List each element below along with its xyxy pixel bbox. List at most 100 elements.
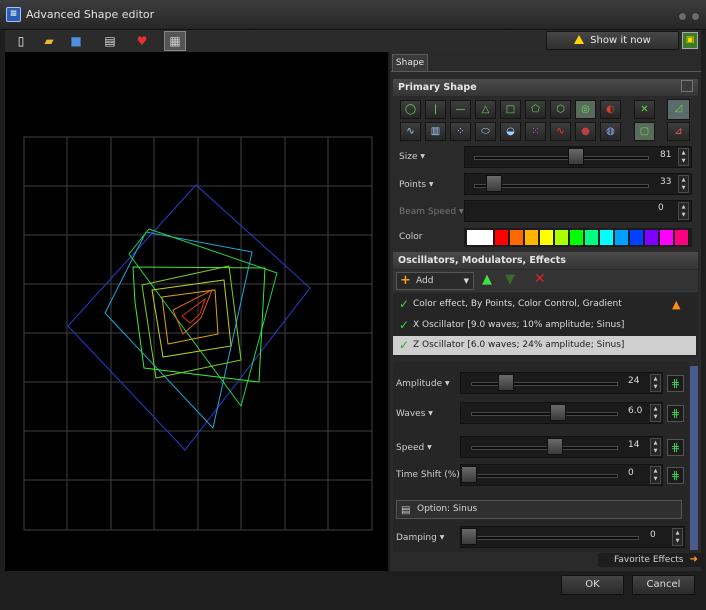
amplitude-value[interactable]: 24	[628, 376, 652, 390]
effect-row-x-oscillator[interactable]: ✓ X Oscillator [9.0 waves; 10% amplitude;…	[393, 316, 698, 335]
damping-label[interactable]: Damping ▼	[396, 533, 444, 543]
waves-slider-track[interactable]	[471, 412, 618, 416]
waves-value[interactable]: 6.0	[628, 406, 652, 420]
waves-slider-thumb[interactable]	[549, 404, 566, 421]
sine-icon[interactable]: ∿	[550, 122, 571, 141]
color-swatch-pink[interactable]	[675, 230, 688, 245]
collapse-icon[interactable]	[681, 80, 693, 92]
ok-button[interactable]: OK	[561, 575, 624, 595]
option-sinus-button[interactable]: ▤ Option: Sinus	[396, 500, 682, 519]
shape-canvas[interactable]	[5, 52, 388, 571]
beam-speed-spinner[interactable]: ▲ ▼	[678, 202, 689, 220]
check-icon: ✓	[399, 338, 410, 352]
speed-value[interactable]: 14	[628, 440, 652, 454]
favorite-effects-button[interactable]: Favorite Effects ➜	[598, 553, 702, 567]
color-swatch-violet[interactable]	[645, 230, 658, 245]
size-spinner[interactable]: ▲ ▼	[678, 148, 689, 166]
effect-row-z-oscillator[interactable]: ✓ Z Oscillator [6.0 waves; 24% amplitude;…	[393, 336, 696, 355]
ring-icon[interactable]: ◎	[575, 100, 596, 119]
clapper-icon[interactable]: ▤	[101, 32, 119, 50]
frame-select-icon[interactable]: ▢	[634, 122, 655, 141]
color-swatch-yellow[interactable]	[540, 230, 553, 245]
horizontal-line-icon[interactable]: —	[450, 100, 471, 119]
time-shift-modulate-icon[interactable]: ⋕	[667, 467, 684, 484]
speed-slider-thumb[interactable]	[546, 438, 563, 455]
speed-modulate-icon[interactable]: ⋕	[667, 439, 684, 456]
save-icon[interactable]: ■	[67, 32, 85, 50]
triangle-icon[interactable]: △	[475, 100, 496, 119]
bars-icon[interactable]: ▥	[425, 122, 446, 141]
size-slider-track[interactable]	[474, 156, 649, 160]
new-file-icon[interactable]: ▯	[12, 32, 30, 50]
frame-icon[interactable]: ◿	[667, 99, 690, 120]
time-shift-label[interactable]: Time Shift (%) ▼	[396, 470, 467, 480]
damping-spinner[interactable]: ▲ ▼	[672, 528, 683, 546]
amplitude-slider-thumb[interactable]	[498, 374, 515, 391]
speed-label[interactable]: Speed ▼	[396, 443, 432, 453]
color-swatch-amber[interactable]	[525, 230, 538, 245]
globe-icon[interactable]: ◍	[600, 122, 621, 141]
swirl-icon[interactable]: ◐	[600, 100, 621, 119]
color-swatch-magenta[interactable]	[660, 230, 673, 245]
dot-grid-icon[interactable]: ⁙	[525, 122, 546, 141]
speed-slider-track[interactable]	[471, 446, 618, 450]
cross-icon[interactable]: ✕	[634, 100, 655, 119]
color-swatch-cyan[interactable]	[600, 230, 613, 245]
params-scrollbar[interactable]	[690, 366, 698, 550]
show-it-now-button[interactable]: Show it now	[546, 31, 679, 50]
waves-spinner[interactable]: ▲ ▼	[650, 404, 661, 422]
speed-spinner[interactable]: ▲ ▼	[650, 438, 661, 456]
color-swatch-blue[interactable]	[630, 230, 643, 245]
wave-icon[interactable]: ∿	[400, 122, 421, 141]
effect-row-color[interactable]: ✓ Color effect, By Points, Color Control,…	[393, 295, 698, 314]
preview-icon[interactable]: ▣	[682, 32, 698, 49]
points-label[interactable]: Points ▼	[399, 180, 434, 190]
size-label[interactable]: Size ▼	[399, 152, 425, 162]
color-swatch-sky[interactable]	[615, 230, 628, 245]
amplitude-spinner[interactable]: ▲ ▼	[650, 374, 661, 392]
color-swatch-red[interactable]	[495, 230, 508, 245]
damping-slider-track[interactable]	[471, 536, 639, 540]
color-swatch-spring[interactable]	[585, 230, 598, 245]
tab-shape[interactable]: Shape	[392, 54, 428, 72]
move-up-icon[interactable]: ▲	[482, 272, 492, 287]
amplitude-slider-track[interactable]	[471, 382, 618, 386]
color-swatch-lime[interactable]	[555, 230, 568, 245]
open-folder-icon[interactable]: ▰	[40, 32, 58, 50]
size-slider-thumb[interactable]	[568, 148, 585, 165]
time-shift-value[interactable]: 0	[628, 468, 652, 482]
pentagon-icon[interactable]: ⬠	[525, 100, 546, 119]
minimize-icon[interactable]	[678, 12, 687, 21]
delete-effect-icon[interactable]: ✕	[534, 271, 546, 287]
lens-icon[interactable]: ◒	[500, 122, 521, 141]
waves-label[interactable]: Waves ▼	[396, 409, 433, 419]
time-shift-slider-thumb[interactable]	[461, 466, 477, 483]
waves-modulate-icon[interactable]: ⋕	[667, 405, 684, 422]
square-icon[interactable]: □	[500, 100, 521, 119]
color-swatch-green[interactable]	[570, 230, 583, 245]
points-slider-thumb[interactable]	[486, 175, 502, 192]
amplitude-label[interactable]: Amplitude ▼	[396, 379, 450, 389]
sphere-icon[interactable]: ●	[575, 122, 596, 141]
vertical-line-icon[interactable]: |	[425, 100, 446, 119]
chart-icon[interactable]: ⊿	[667, 122, 690, 141]
preview-grid	[23, 136, 373, 531]
close-icon[interactable]	[691, 12, 700, 21]
dots-icon[interactable]: ⁘	[450, 122, 471, 141]
time-shift-slider-track[interactable]	[471, 474, 618, 478]
add-effect-dropdown[interactable]: + Add ▼	[396, 272, 474, 290]
cancel-button[interactable]: Cancel	[632, 575, 695, 595]
time-shift-spinner[interactable]: ▲ ▼	[650, 466, 661, 484]
amplitude-modulate-icon[interactable]: ⋕	[667, 375, 684, 392]
color-swatch-orange[interactable]	[510, 230, 523, 245]
hexagon-icon[interactable]: ⬡	[550, 100, 571, 119]
damping-value[interactable]: 0	[650, 530, 674, 544]
color-swatch-white[interactable]	[467, 230, 493, 245]
grid-toggle-icon[interactable]: ▦	[164, 31, 186, 51]
heart-icon[interactable]: ♥	[133, 32, 151, 50]
ellipse-icon[interactable]: ⬭	[475, 122, 496, 141]
damping-slider-thumb[interactable]	[461, 528, 477, 545]
points-spinner[interactable]: ▲ ▼	[678, 175, 689, 193]
move-down-icon[interactable]: ▼	[505, 272, 515, 287]
circle-icon[interactable]: ◯	[400, 100, 421, 119]
